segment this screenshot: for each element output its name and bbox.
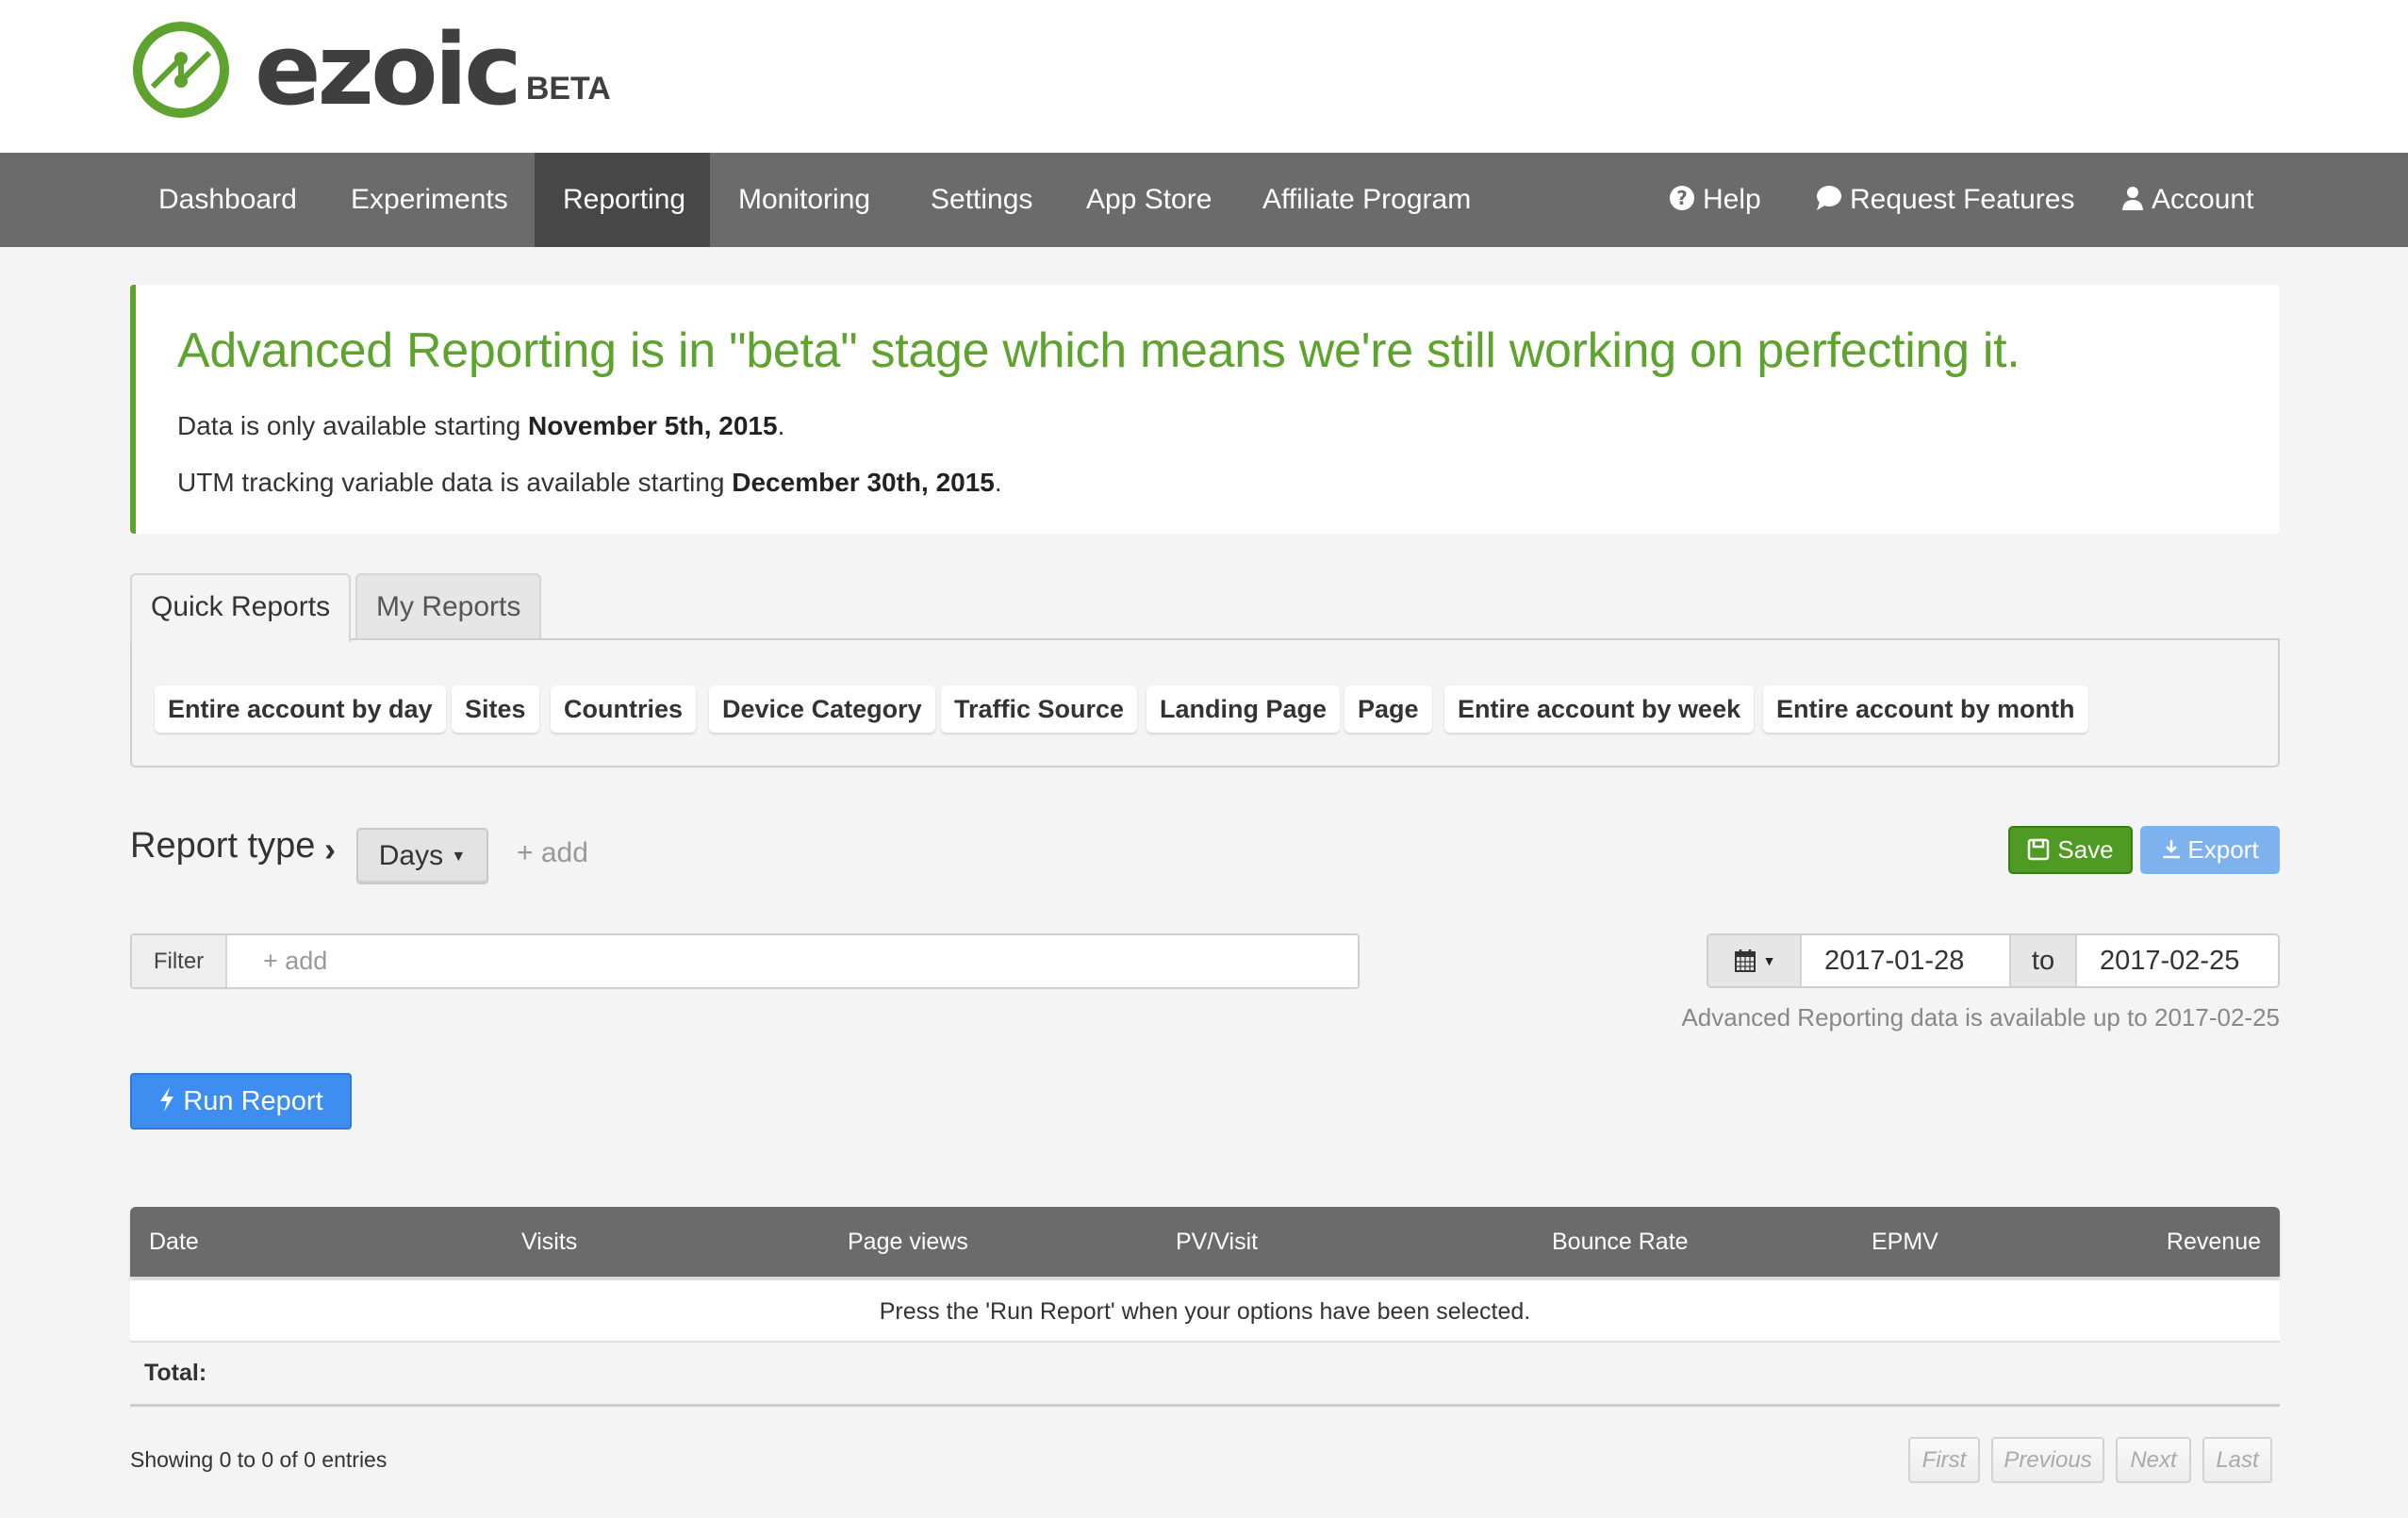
table-empty-message: Press the 'Run Report' when your options… xyxy=(130,1280,2280,1343)
column-header-revenue[interactable]: Revenue xyxy=(2167,1207,2261,1277)
column-header-epmv[interactable]: EPMV xyxy=(1872,1207,1938,1277)
pagination-info: Showing 0 to 0 of 0 entries xyxy=(130,1447,388,1472)
quick-report-countries[interactable]: Countries xyxy=(551,685,697,733)
tab-my-reports[interactable]: My Reports xyxy=(355,573,542,640)
start-date-input[interactable] xyxy=(1802,935,2009,986)
utm-availability-note: UTM tracking variable data is available … xyxy=(177,468,1002,498)
quick-report-entire-account-by-day[interactable]: Entire account by day xyxy=(155,685,446,733)
report-type-label: Report type xyxy=(130,826,316,866)
floppy-disk-icon xyxy=(2028,838,2050,861)
export-label: Export xyxy=(2187,835,2259,864)
caret-down-icon: ▼ xyxy=(1762,953,1776,968)
nav-label: Affiliate Program xyxy=(1262,184,1472,215)
tab-label: Quick Reports xyxy=(151,591,331,622)
end-date-input[interactable] xyxy=(2077,935,2278,986)
beta-notice-heading: Advanced Reporting is in "beta" stage wh… xyxy=(177,323,2020,378)
data-availability-hint: Advanced Reporting data is available up … xyxy=(1681,1003,2280,1031)
site-header: ezoic BETA xyxy=(0,0,2408,153)
quick-report-traffic-source[interactable]: Traffic Source xyxy=(941,685,1138,733)
beta-notice-banner: Advanced Reporting is in "beta" stage wh… xyxy=(130,285,2280,534)
note-text: Data is only available starting xyxy=(177,411,528,440)
ezoic-logo-icon xyxy=(133,22,229,118)
svg-text:?: ? xyxy=(1676,187,1688,209)
total-label: Total: xyxy=(144,1360,207,1386)
quick-report-entire-account-by-week[interactable]: Entire account by week xyxy=(1444,685,1755,733)
nav-label: App Store xyxy=(1086,184,1212,215)
export-button[interactable]: Export xyxy=(2140,826,2280,874)
nav-experiments[interactable]: Experiments xyxy=(322,153,536,247)
nav-label: Settings xyxy=(931,184,1033,215)
column-header-pv-visit[interactable]: PV/Visit xyxy=(1176,1207,1258,1277)
pagination-first-button[interactable]: First xyxy=(1908,1437,1980,1483)
date-range-picker: ▼ to xyxy=(1707,933,2280,988)
run-report-button[interactable]: Run Report xyxy=(130,1073,352,1130)
nav-app-store[interactable]: App Store xyxy=(1058,153,1240,247)
nav-label: Monitoring xyxy=(738,184,871,215)
table-total-row: Total: xyxy=(130,1343,2280,1407)
note-text: . xyxy=(777,411,785,440)
pagination-next-button[interactable]: Next xyxy=(2116,1437,2191,1483)
report-type-dropdown[interactable]: Days ▼ xyxy=(356,828,488,884)
user-icon xyxy=(2122,187,2143,211)
tab-label: My Reports xyxy=(376,591,521,622)
nav-settings[interactable]: Settings xyxy=(902,153,1061,247)
note-text: . xyxy=(994,468,1002,497)
tab-quick-reports[interactable]: Quick Reports xyxy=(130,573,352,642)
save-label: Save xyxy=(2057,835,2114,864)
nav-dashboard[interactable]: Dashboard xyxy=(130,153,325,247)
quick-report-landing-page[interactable]: Landing Page xyxy=(1146,685,1341,733)
nav-reporting[interactable]: Reporting xyxy=(535,153,710,247)
column-header-date[interactable]: Date xyxy=(149,1207,199,1277)
data-availability-note: Data is only available starting November… xyxy=(177,411,784,441)
date-range-separator: to xyxy=(2009,935,2077,986)
report-table-header: Date Visits Page views PV/Visit Bounce R… xyxy=(130,1207,2280,1277)
quick-report-page[interactable]: Page xyxy=(1344,685,1432,733)
question-circle-icon: ? xyxy=(1670,186,1694,211)
download-icon xyxy=(2163,840,2181,859)
filter-group: Filter xyxy=(130,933,1360,989)
column-header-page-views[interactable]: Page views xyxy=(848,1207,968,1277)
caret-down-icon: ▼ xyxy=(451,849,467,866)
report-type-selected: Days xyxy=(378,840,444,871)
run-report-label: Run Report xyxy=(183,1086,323,1116)
nav-label: Help xyxy=(1703,184,1761,215)
beta-badge: BETA xyxy=(525,71,611,107)
column-header-bounce-rate[interactable]: Bounce Rate xyxy=(1552,1207,1689,1277)
nav-label: Experiments xyxy=(351,184,508,215)
column-header-visits[interactable]: Visits xyxy=(521,1207,577,1277)
pagination-previous-button[interactable]: Previous xyxy=(1991,1437,2104,1483)
note-text: UTM tracking variable data is available … xyxy=(177,468,733,497)
nav-label: Request Features xyxy=(1850,184,2075,215)
note-date: December 30th, 2015 xyxy=(732,468,995,497)
filter-input[interactable] xyxy=(227,935,1358,987)
nav-affiliate-program[interactable]: Affiliate Program xyxy=(1234,153,1499,247)
main-nav: Dashboard Experiments Reporting Monitori… xyxy=(0,153,2408,247)
quick-report-entire-account-by-month[interactable]: Entire account by month xyxy=(1763,685,2088,733)
nav-request-features[interactable]: Request Features xyxy=(1786,153,2103,247)
logo-wordmark: ezoic xyxy=(255,12,522,127)
nav-help[interactable]: ? Help xyxy=(1641,153,1790,247)
note-date: November 5th, 2015 xyxy=(527,411,778,440)
chevron-right-icon: › xyxy=(324,830,336,868)
date-preset-dropdown[interactable]: ▼ xyxy=(1708,935,1802,986)
ezoic-logo[interactable]: ezoic BETA xyxy=(132,21,611,119)
nav-monitoring[interactable]: Monitoring xyxy=(710,153,899,247)
nav-label: Dashboard xyxy=(158,184,297,215)
lightning-bolt-icon xyxy=(160,1087,174,1113)
add-report-dimension-link[interactable]: + add xyxy=(517,837,588,869)
nav-label: Reporting xyxy=(563,184,686,215)
speech-bubble-icon xyxy=(1817,186,1841,211)
quick-report-sites[interactable]: Sites xyxy=(452,685,539,733)
nav-label: Account xyxy=(2152,184,2254,215)
pagination-last-button[interactable]: Last xyxy=(2202,1437,2272,1483)
calendar-icon xyxy=(1734,949,1756,972)
quick-reports-panel: Entire account by day Sites Countries De… xyxy=(130,638,2280,767)
quick-report-device-category[interactable]: Device Category xyxy=(709,685,935,733)
filter-label: Filter xyxy=(132,935,227,987)
nav-account[interactable]: Account xyxy=(2093,153,2282,247)
save-button[interactable]: Save xyxy=(2008,826,2133,874)
